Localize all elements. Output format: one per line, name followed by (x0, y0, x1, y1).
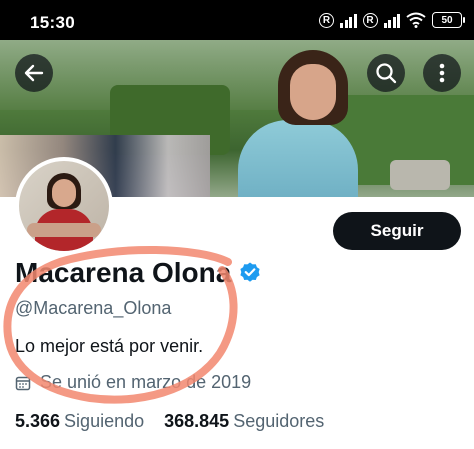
roaming-badge-icon: R (319, 12, 334, 28)
more-options-button[interactable] (423, 54, 461, 92)
signal-icon (383, 13, 400, 28)
verified-badge-icon[interactable] (238, 261, 262, 285)
followers-link[interactable]: 368.845 Seguidores (164, 411, 324, 432)
followers-label: Seguidores (233, 411, 325, 431)
battery-icon: 50 (432, 12, 465, 28)
following-count: 5.366 (15, 411, 61, 431)
status-time: 15:30 (30, 13, 75, 32)
status-icons: R R 50 (319, 12, 465, 28)
join-date: Se unió en marzo de 2019 (15, 372, 251, 393)
following-link[interactable]: 5.366 Siguiendo (15, 411, 144, 432)
following-label: Siguiendo (64, 411, 145, 431)
roaming-badge-icon: R (362, 12, 378, 28)
banner-stone (390, 160, 450, 190)
calendar-icon (15, 375, 31, 391)
follow-stats: 5.366 Siguiendo 368.845 Seguidores (15, 411, 324, 432)
signal-icon (340, 13, 357, 28)
more-vertical-icon (439, 63, 445, 83)
avatar-arm (27, 223, 101, 237)
followers-count: 368.845 (164, 411, 230, 431)
avatar-face (52, 179, 76, 207)
join-date-text: Se unió en marzo de 2019 (40, 372, 252, 392)
banner-person-face (290, 64, 336, 120)
search-button[interactable] (367, 54, 405, 92)
follow-button[interactable]: Seguir (333, 212, 461, 250)
status-bar: 15:30 R R 50 (0, 0, 474, 40)
avatar[interactable] (15, 157, 113, 255)
display-name: Macarena Olona (15, 257, 262, 289)
banner-person-body (238, 120, 358, 197)
user-handle: @Macarena_Olona (15, 298, 172, 318)
search-icon (376, 63, 397, 84)
back-button[interactable] (15, 54, 53, 92)
wifi-icon (406, 12, 426, 28)
profile-bio: Lo mejor está por venir. (15, 336, 204, 356)
display-name-text: Macarena Olona (15, 257, 232, 288)
arrow-left-icon (24, 64, 44, 82)
